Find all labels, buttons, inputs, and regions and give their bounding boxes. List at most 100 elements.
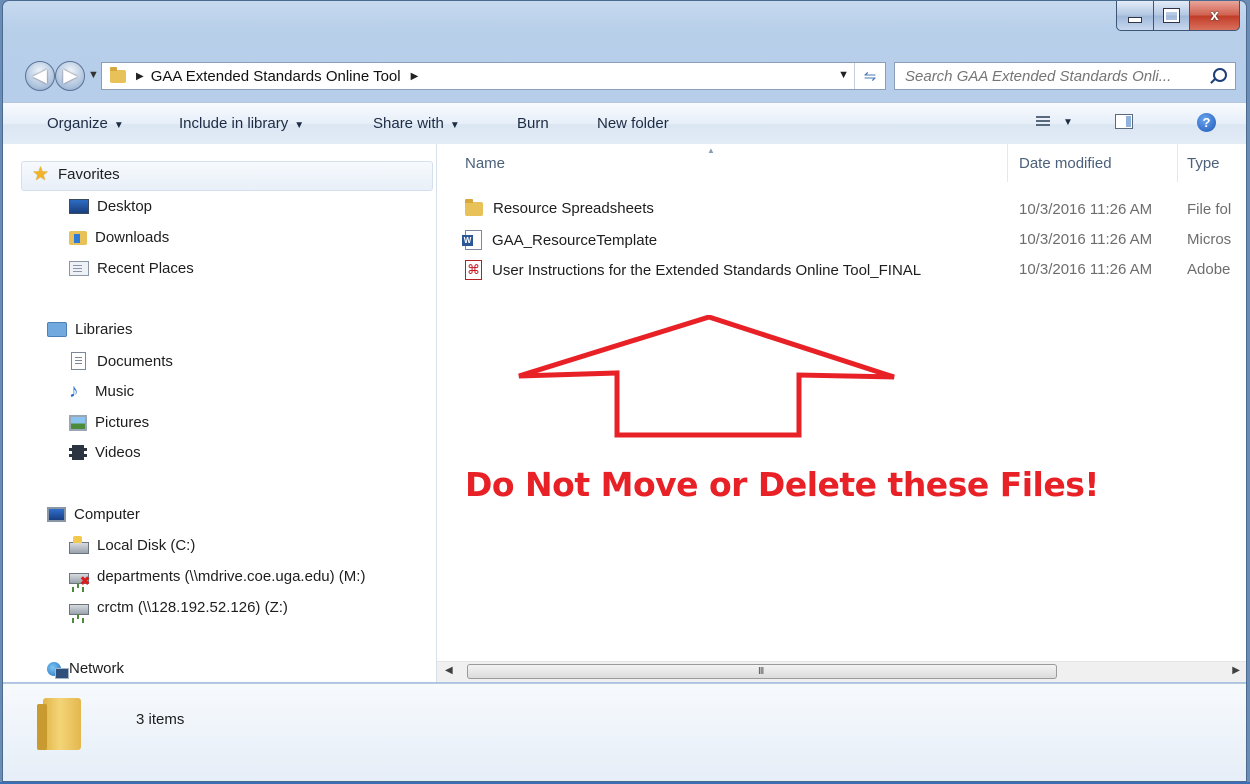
libraries-icon (47, 322, 67, 337)
sidebar-item-documents[interactable]: Documents (69, 352, 173, 370)
chevron-down-icon: ▼ (449, 120, 460, 131)
sidebar-item-crctm-drive[interactable]: crctm (\\128.192.52.126) (Z:) (69, 599, 288, 619)
sidebar-network[interactable]: Network (47, 660, 125, 679)
views-dropdown-icon[interactable]: ▼ (1063, 117, 1073, 128)
preview-pane-icon[interactable] (1115, 114, 1133, 129)
desktop-icon (69, 199, 89, 214)
file-name: GAA_ResourceTemplate (492, 231, 658, 249)
scroll-left-icon[interactable]: ◀ (445, 665, 453, 676)
up-arrow-annotation-icon (518, 315, 895, 438)
file-row-resource-spreadsheets[interactable]: Resource Spreadsheets (465, 198, 654, 217)
sidebar-item-label: Downloads (95, 229, 170, 246)
close-button[interactable]: x (1190, 1, 1240, 31)
refresh-button[interactable]: ⇋ (854, 63, 885, 89)
views-icon[interactable] (1036, 116, 1050, 128)
sidebar-item-label: Desktop (97, 198, 153, 215)
item-count: 3 items (136, 711, 185, 728)
sidebar-item-label: Videos (95, 444, 141, 461)
maximize-button[interactable] (1154, 1, 1190, 31)
chevron-down-icon: ▼ (294, 120, 305, 131)
minimize-button[interactable] (1116, 1, 1154, 31)
pictures-icon (69, 414, 87, 431)
recent-places-icon (69, 261, 89, 276)
scrollbar-thumb[interactable]: III (467, 664, 1057, 679)
breadcrumb[interactable]: GAA Extended Standards Online Tool (151, 68, 401, 85)
file-name: User Instructions for the Extended Stand… (492, 261, 922, 279)
folder-icon (110, 66, 126, 83)
file-row-gaa-resource-template[interactable]: GAA_ResourceTemplate (462, 230, 658, 250)
folder-large-icon (37, 698, 81, 750)
sidebar-network-label: Network (69, 660, 125, 677)
command-bar: Organize ▼ Include in library ▼ Share with… (3, 102, 1246, 146)
sidebar-item-label: crctm (\\128.192.52.126) (Z:) (97, 599, 288, 616)
sidebar-item-local-disk[interactable]: Local Disk (C:) (69, 536, 196, 554)
file-type: Adobe (1187, 261, 1231, 278)
search-input[interactable] (903, 66, 1207, 86)
refresh-icon: ⇋ (863, 68, 877, 85)
pdf-icon (465, 260, 482, 280)
help-icon[interactable]: ? (1197, 113, 1216, 132)
sidebar-item-downloads[interactable]: Downloads (69, 229, 169, 246)
local-disk-icon (69, 536, 89, 554)
address-bar[interactable]: ▶ GAA Extended Standards Online Tool ▶ ▼… (101, 62, 886, 90)
back-button[interactable]: ◀ (25, 61, 55, 91)
sidebar-item-label: Pictures (95, 414, 150, 431)
column-divider[interactable] (1177, 144, 1178, 182)
column-header-type[interactable]: Type (1187, 155, 1220, 172)
sidebar-item-pictures[interactable]: Pictures (69, 414, 149, 431)
computer-icon (47, 507, 66, 522)
documents-icon (71, 352, 86, 370)
share-with-label: Share with (373, 115, 444, 132)
new-folder-button[interactable]: New folder (597, 115, 669, 132)
organize-button[interactable]: Organize ▼ (47, 115, 124, 132)
sidebar-item-departments-drive[interactable]: ✖ departments (\\mdrive.coe.uga.edu) (M:… (69, 568, 365, 588)
share-with-button[interactable]: Share with ▼ (373, 115, 460, 132)
sidebar-libraries-label: Libraries (75, 321, 133, 338)
sidebar-item-desktop[interactable]: Desktop (69, 198, 152, 215)
column-divider[interactable] (1007, 144, 1008, 182)
file-date: 10/3/2016 11:26 AM (1019, 231, 1153, 248)
warning-annotation: Do Not Move or Delete these Files! (465, 465, 1099, 504)
sidebar-favorites[interactable]: ★ Favorites (32, 163, 120, 185)
details-pane: 3 items (3, 683, 1246, 781)
burn-button[interactable]: Burn (517, 115, 549, 132)
navigation-bar: ◀ ▶ ▼ ▶ GAA Extended Standards Online To… (3, 57, 1246, 93)
forward-button[interactable]: ▶ (55, 61, 85, 91)
sidebar-item-recent-places[interactable]: Recent Places (69, 260, 194, 277)
file-row-user-instructions[interactable]: User Instructions for the Extended Stand… (465, 260, 921, 280)
recent-pages-dropdown[interactable]: ▼ (88, 69, 99, 81)
back-arrow-icon: ◀ (33, 66, 47, 85)
file-date: 10/3/2016 11:26 AM (1019, 201, 1153, 218)
star-icon: ★ (32, 163, 50, 185)
forward-arrow-icon: ▶ (63, 66, 77, 85)
scroll-right-icon[interactable]: ▶ (1232, 665, 1240, 676)
sidebar-item-label: Local Disk (C:) (97, 537, 196, 554)
sidebar-item-label: Recent Places (97, 260, 194, 277)
search-box[interactable] (894, 62, 1236, 90)
search-icon[interactable] (1213, 68, 1227, 82)
videos-icon (69, 445, 87, 460)
file-date: 10/3/2016 11:26 AM (1019, 261, 1153, 278)
network-icon (47, 661, 69, 679)
column-header-name[interactable]: Name (465, 155, 505, 172)
breadcrumb-chevron-icon[interactable]: ▶ (136, 71, 144, 82)
sort-ascending-icon: ▲ (707, 146, 715, 155)
address-dropdown-icon[interactable]: ▼ (838, 69, 849, 81)
minimize-icon (1128, 16, 1142, 23)
sidebar-item-label: Documents (97, 352, 173, 370)
horizontal-scrollbar[interactable]: ◀ III ▶ (437, 661, 1246, 682)
organize-label: Organize (47, 115, 108, 132)
sidebar-libraries[interactable]: Libraries (47, 321, 133, 338)
include-in-library-button[interactable]: Include in library ▼ (179, 115, 304, 132)
sidebar-computer[interactable]: Computer (47, 506, 140, 523)
disconnected-drive-icon: ✖ (69, 573, 90, 588)
close-icon: x (1210, 7, 1219, 24)
file-name: Resource Spreadsheets (493, 200, 654, 217)
column-header-date-modified[interactable]: Date modified (1019, 155, 1112, 172)
maximize-icon (1163, 8, 1180, 23)
music-icon: ♪ (69, 380, 79, 402)
sidebar-item-videos[interactable]: Videos (69, 444, 141, 461)
breadcrumb-chevron-icon[interactable]: ▶ (411, 71, 419, 82)
sidebar-item-label: Music (95, 383, 135, 400)
sidebar-item-music[interactable]: ♪ Music (69, 380, 135, 402)
